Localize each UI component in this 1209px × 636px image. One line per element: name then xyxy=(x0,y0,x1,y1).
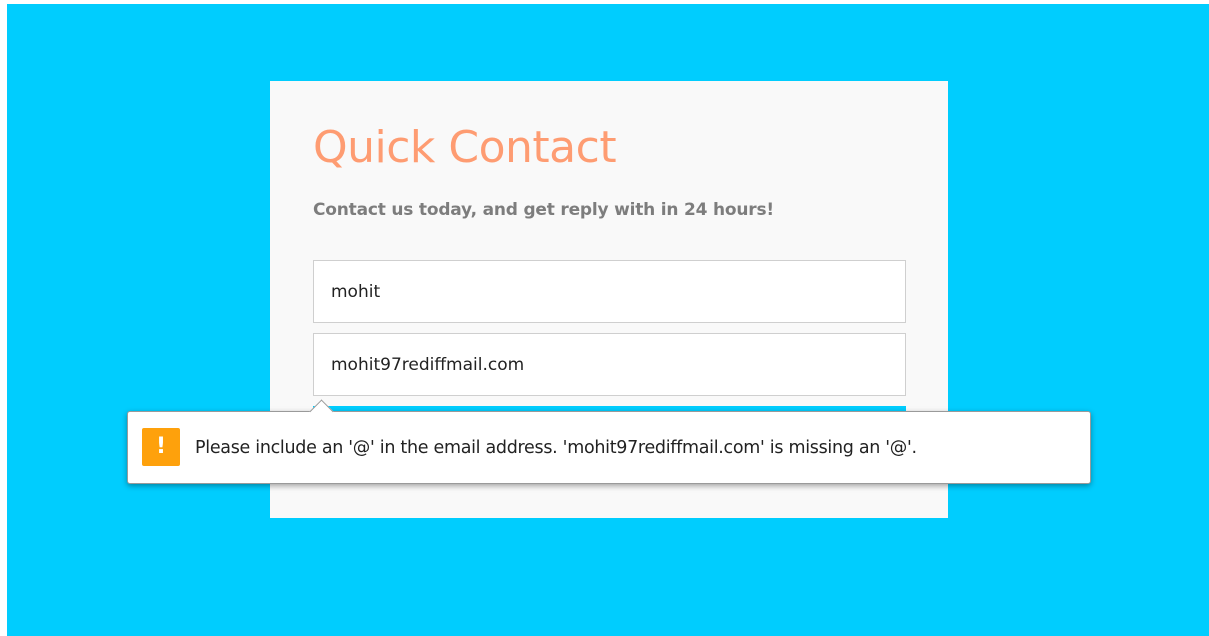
form-title: Quick Contact xyxy=(313,122,617,173)
email-field[interactable] xyxy=(313,333,906,396)
name-field[interactable] xyxy=(313,260,906,323)
form-subtitle: Contact us today, and get reply with in … xyxy=(313,200,774,220)
validation-message: Please include an '@' in the email addre… xyxy=(195,438,917,458)
validation-tooltip: ! Please include an '@' in the email add… xyxy=(127,399,1091,484)
warning-icon: ! xyxy=(142,428,180,466)
